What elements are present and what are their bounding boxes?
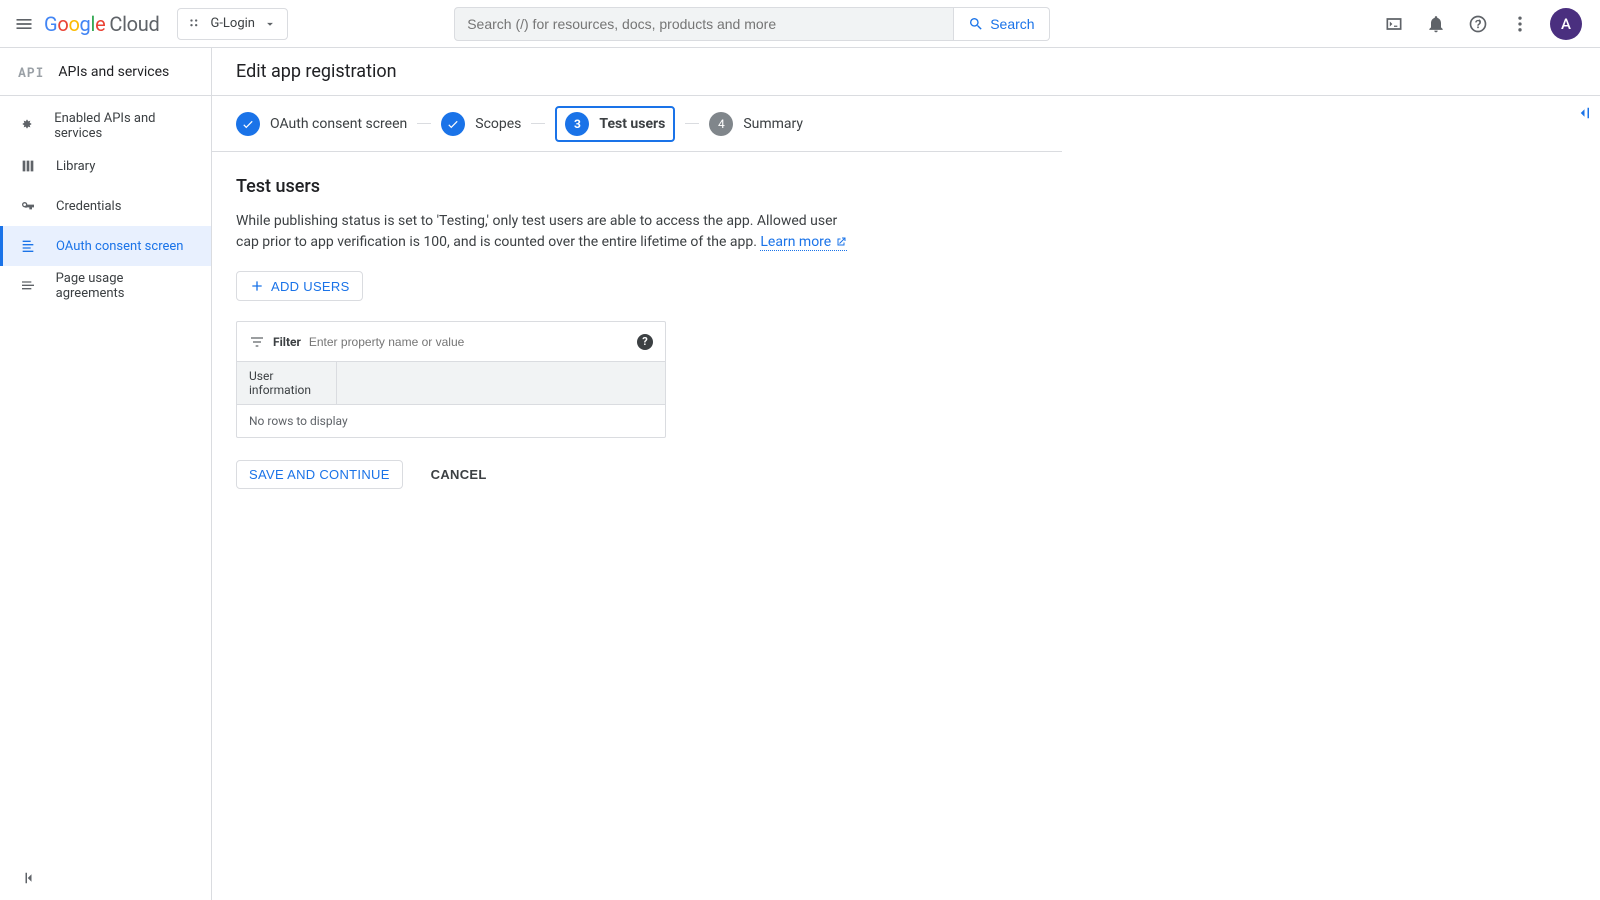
agreements-icon bbox=[18, 276, 38, 296]
sidebar-item-label: Library bbox=[56, 159, 95, 174]
learn-more-link[interactable]: Learn more bbox=[760, 234, 846, 251]
more-vert-icon bbox=[1510, 14, 1530, 34]
search-group: Search bbox=[454, 7, 1049, 41]
search-input[interactable] bbox=[454, 7, 954, 41]
bell-icon bbox=[1426, 14, 1446, 34]
api-badge-icon: API bbox=[18, 63, 44, 81]
step-oauth-consent[interactable]: OAuth consent screen bbox=[236, 112, 407, 136]
step-number-badge: 3 bbox=[565, 112, 589, 136]
key-icon bbox=[18, 196, 38, 216]
menu-button[interactable] bbox=[12, 12, 36, 36]
sidebar-title[interactable]: API APIs and services bbox=[0, 48, 211, 96]
project-picker[interactable]: G-Login bbox=[177, 8, 288, 40]
cancel-button[interactable]: CANCEL bbox=[419, 461, 499, 488]
sidebar-item-label: Credentials bbox=[56, 199, 121, 214]
step-label: Test users bbox=[599, 116, 665, 132]
chevron-left-icon bbox=[21, 869, 39, 887]
save-and-continue-button[interactable]: SAVE AND CONTINUE bbox=[236, 460, 403, 489]
table-empty-message: No rows to display bbox=[237, 405, 665, 437]
page-title-label: Edit app registration bbox=[236, 61, 397, 82]
sidebar-item-label: Page usage agreements bbox=[56, 271, 193, 301]
notifications-button[interactable] bbox=[1424, 12, 1448, 36]
external-link-icon bbox=[835, 236, 847, 248]
step-number-badge: 4 bbox=[709, 112, 733, 136]
more-button[interactable] bbox=[1508, 12, 1532, 36]
step-label: Summary bbox=[743, 116, 803, 132]
filter-icon bbox=[249, 334, 265, 350]
step-scopes[interactable]: Scopes bbox=[441, 112, 521, 136]
page-title: Edit app registration bbox=[212, 48, 1600, 96]
search-icon bbox=[968, 16, 984, 32]
right-panel-toggle[interactable] bbox=[1574, 104, 1592, 122]
sidebar-collapse-button[interactable] bbox=[18, 866, 42, 890]
sidebar-title-label: APIs and services bbox=[58, 64, 169, 80]
step-connector bbox=[685, 123, 699, 124]
cancel-label: CANCEL bbox=[431, 467, 487, 482]
step-summary[interactable]: 4 Summary bbox=[709, 112, 803, 136]
step-label: Scopes bbox=[475, 116, 521, 132]
check-badge-icon bbox=[236, 112, 260, 136]
chevron-down-icon bbox=[263, 17, 277, 31]
avatar-letter: A bbox=[1561, 15, 1571, 33]
column-header-empty bbox=[337, 362, 665, 404]
sidebar-item-label: OAuth consent screen bbox=[56, 239, 183, 254]
save-label: SAVE AND CONTINUE bbox=[249, 467, 390, 482]
consent-icon bbox=[18, 236, 38, 256]
step-connector bbox=[531, 123, 545, 124]
project-name: G-Login bbox=[210, 16, 255, 31]
sidebar: API APIs and services Enabled APIs and s… bbox=[0, 48, 212, 900]
step-label: OAuth consent screen bbox=[270, 116, 407, 132]
sidebar-item-library[interactable]: Library bbox=[0, 146, 211, 186]
step-connector bbox=[417, 123, 431, 124]
google-cloud-logo[interactable]: Google Cloud bbox=[44, 12, 159, 36]
check-badge-icon bbox=[441, 112, 465, 136]
plus-icon bbox=[249, 278, 265, 294]
add-users-label: ADD USERS bbox=[271, 279, 350, 294]
stepper: OAuth consent screen Scopes 3 Test users… bbox=[212, 96, 1062, 152]
learn-more-label: Learn more bbox=[760, 234, 831, 250]
sidebar-item-page-usage-agreements[interactable]: Page usage agreements bbox=[0, 266, 211, 306]
description-text: While publishing status is set to 'Testi… bbox=[236, 213, 837, 250]
add-users-button[interactable]: ADD USERS bbox=[236, 271, 363, 301]
filter-label: Filter bbox=[273, 335, 301, 349]
cloud-shell-button[interactable] bbox=[1382, 12, 1406, 36]
section-heading: Test users bbox=[236, 176, 848, 197]
sidebar-item-oauth-consent[interactable]: OAuth consent screen bbox=[0, 226, 211, 266]
avatar[interactable]: A bbox=[1550, 8, 1582, 40]
step-test-users[interactable]: 3 Test users bbox=[555, 106, 675, 142]
project-icon bbox=[188, 17, 202, 31]
sidebar-item-label: Enabled APIs and services bbox=[54, 111, 193, 141]
column-header-user-info[interactable]: User information bbox=[237, 362, 337, 404]
filter-help-button[interactable]: ? bbox=[637, 334, 653, 350]
enabled-apis-icon bbox=[18, 116, 36, 136]
section-description: While publishing status is set to 'Testi… bbox=[236, 211, 848, 253]
library-icon bbox=[18, 156, 38, 176]
help-icon bbox=[1468, 14, 1488, 34]
filter-input[interactable] bbox=[309, 335, 629, 349]
sidebar-item-credentials[interactable]: Credentials bbox=[0, 186, 211, 226]
help-button[interactable] bbox=[1466, 12, 1490, 36]
test-users-table: Filter ? User information No rows to dis… bbox=[236, 321, 666, 438]
sidebar-item-enabled-apis[interactable]: Enabled APIs and services bbox=[0, 106, 211, 146]
chevron-left-bar-icon bbox=[1574, 104, 1592, 122]
search-button[interactable]: Search bbox=[954, 7, 1049, 41]
hamburger-icon bbox=[14, 14, 34, 34]
terminal-icon bbox=[1384, 14, 1404, 34]
cloud-word: Cloud bbox=[109, 12, 159, 36]
search-button-label: Search bbox=[990, 16, 1034, 32]
